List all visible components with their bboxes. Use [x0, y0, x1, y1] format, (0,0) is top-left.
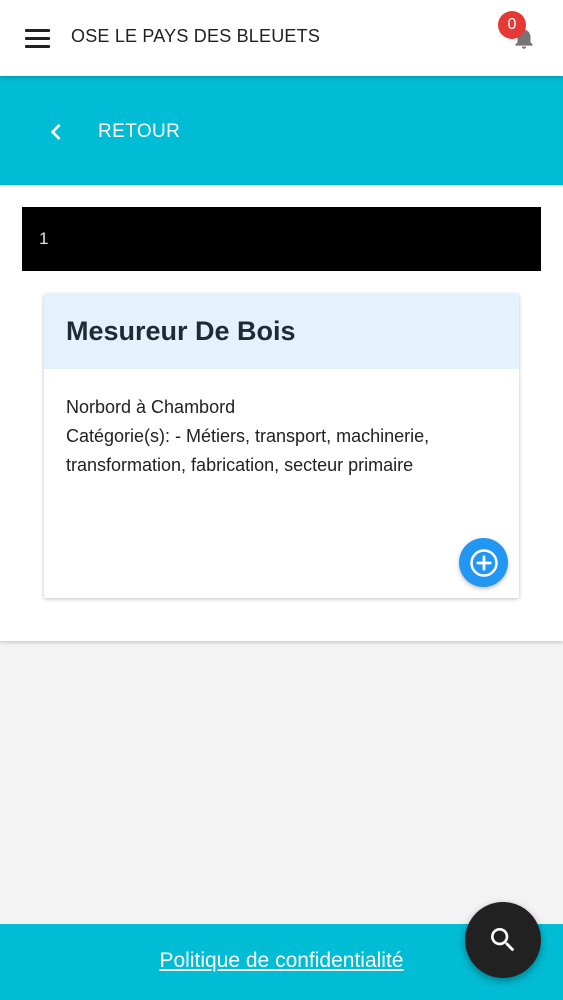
- content-panel: 1 Mesureur De Bois Norbord à Chambord Ca…: [0, 185, 563, 641]
- job-card[interactable]: Mesureur De Bois Norbord à Chambord Caté…: [44, 294, 519, 598]
- menu-icon-line: [25, 44, 50, 48]
- app-bar: OSE LE PAYS DES BLEUETS 0: [0, 0, 563, 76]
- search-icon: [491, 928, 515, 952]
- job-card-header: Mesureur De Bois: [44, 294, 519, 369]
- menu-button[interactable]: [22, 24, 54, 52]
- job-location: Norbord à Chambord: [66, 397, 236, 417]
- search-fab-button[interactable]: [465, 902, 541, 978]
- app-title: OSE LE PAYS DES BLEUETS: [71, 26, 321, 46]
- result-count: 1: [39, 229, 49, 248]
- back-button[interactable]: RETOUR: [40, 114, 180, 150]
- add-job-button[interactable]: [459, 538, 508, 587]
- add-circle-icon: [469, 548, 498, 577]
- job-card-body: Norbord à Chambord Catégorie(s): - Métie…: [44, 369, 519, 480]
- notification-count-badge: 0: [498, 11, 526, 39]
- menu-icon-line: [25, 36, 50, 40]
- notifications-button[interactable]: 0: [497, 10, 541, 54]
- job-title: Mesureur De Bois: [66, 316, 296, 346]
- chevron-left-icon: [50, 124, 61, 140]
- job-categories: Catégorie(s): - Métiers, transport, mach…: [66, 426, 430, 475]
- back-label: RETOUR: [98, 121, 181, 142]
- result-count-bar: 1: [22, 207, 541, 271]
- back-band: RETOUR: [0, 76, 563, 185]
- menu-icon-line: [25, 28, 50, 32]
